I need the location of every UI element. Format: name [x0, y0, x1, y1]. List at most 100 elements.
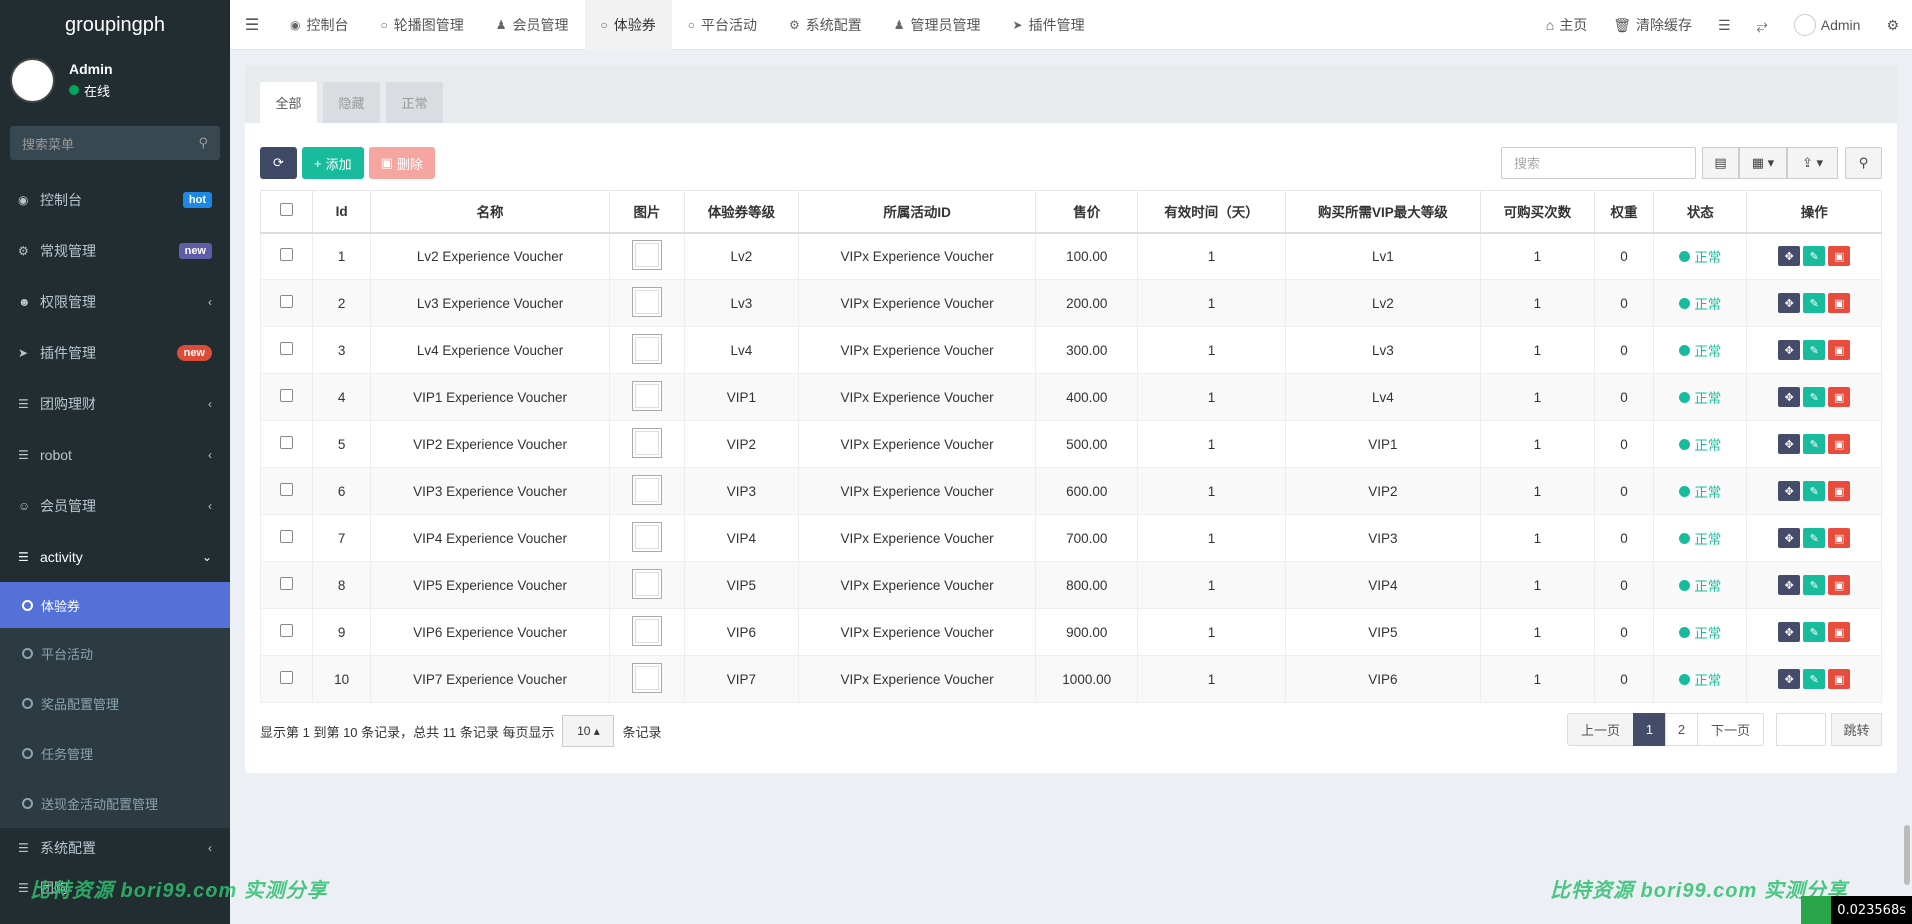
broken-image-icon[interactable] [631, 427, 662, 458]
edit-button[interactable]: ✎ [1803, 669, 1826, 689]
delete-row-button[interactable]: ▣ [1828, 528, 1851, 548]
next-page-button[interactable]: 下一页 [1697, 713, 1764, 746]
status-badge[interactable]: 正常 [1679, 575, 1721, 595]
col-status[interactable]: 状态 [1653, 190, 1748, 234]
sidebar-item-group-finance[interactable]: ☰ 团购理财 ‹ [0, 378, 230, 429]
status-badge[interactable]: 正常 [1679, 387, 1721, 407]
sidebar-search-input[interactable]: 搜索菜单 ⚲ [10, 126, 220, 160]
edit-button[interactable]: ✎ [1803, 622, 1826, 642]
status-badge[interactable]: 正常 [1679, 340, 1721, 360]
select-all-checkbox[interactable] [280, 203, 294, 217]
status-badge[interactable]: 正常 [1679, 434, 1721, 454]
drag-sort-button[interactable]: ✥ [1778, 528, 1801, 548]
drag-sort-button[interactable]: ✥ [1778, 387, 1801, 407]
col-valid-days[interactable]: 有效时间（天） [1137, 190, 1286, 234]
table-row[interactable]: 10 VIP7 Experience Voucher VIP7 VIPx Experi… [259, 655, 1882, 703]
broken-image-icon[interactable] [631, 662, 662, 693]
sidebar-subitem-cash-activity[interactable]: 送现金活动配置管理 [0, 778, 230, 828]
col-level[interactable]: 体验券等级 [684, 190, 799, 234]
page-size-select[interactable]: 10 ▴ [562, 715, 615, 747]
prev-page-button[interactable]: 上一页 [1567, 713, 1634, 746]
delete-row-button[interactable]: ▣ [1828, 246, 1851, 267]
tab-members[interactable]: ♟ 会员管理 [480, 0, 585, 50]
edit-button[interactable]: ✎ [1803, 434, 1826, 454]
status-badge[interactable]: 正常 [1679, 246, 1721, 266]
export-button[interactable]: ⇪ ▾ [1787, 147, 1838, 179]
sidebar-item-plugins[interactable]: ➤ 插件管理 new [0, 327, 230, 378]
sidebar-item-system-config[interactable]: ☰ 系统配置 ‹ [0, 828, 230, 868]
row-checkbox[interactable] [280, 342, 294, 355]
sidebar-item-general[interactable]: ⚙ 常规管理 new [0, 225, 230, 276]
fullscreen-button[interactable]: ⥂ [1744, 17, 1781, 34]
table-search-input[interactable] [1501, 147, 1696, 179]
row-checkbox[interactable] [280, 671, 294, 684]
status-badge[interactable]: 正常 [1679, 528, 1721, 548]
delete-row-button[interactable]: ▣ [1828, 293, 1851, 313]
edit-button[interactable]: ✎ [1803, 481, 1826, 501]
sidebar-item-members[interactable]: ☺ 会员管理 ‹ [0, 480, 230, 531]
col-price[interactable]: 售价 [1035, 190, 1139, 234]
edit-button[interactable]: ✎ [1803, 246, 1826, 267]
drag-sort-button[interactable]: ✥ [1778, 622, 1801, 642]
settings-button[interactable]: ⚙ [1873, 17, 1912, 34]
delete-row-button[interactable]: ▣ [1828, 387, 1851, 407]
clear-cache-button[interactable]: 🗑 清除缓存 [1600, 15, 1705, 35]
delete-row-button[interactable]: ▣ [1828, 622, 1851, 642]
table-row[interactable]: 5 VIP2 Experience Voucher VIP2 VIPx Experie… [259, 420, 1882, 468]
table-row[interactable]: 7 VIP4 Experience Voucher VIP4 VIPx Experie… [259, 514, 1882, 562]
drag-sort-button[interactable]: ✥ [1778, 293, 1801, 313]
row-checkbox[interactable] [280, 389, 294, 402]
table-row[interactable]: 3 Lv4 Experience Voucher Lv4 VIPx Experienc… [259, 326, 1882, 374]
tab-dashboard[interactable]: ◉ 控制台 [274, 0, 364, 50]
sidebar-item-permissions[interactable]: ☻ 权限管理 ‹ [0, 276, 230, 327]
tab-voucher[interactable]: ○ 体验券 [584, 0, 672, 50]
col-activity-id[interactable]: 所属活动ID [797, 190, 1037, 234]
broken-image-icon[interactable] [631, 615, 662, 646]
status-badge[interactable]: 正常 [1679, 293, 1721, 313]
sidebar-subitem-platform-activity[interactable]: 平台活动 [0, 628, 230, 678]
table-row[interactable]: 1 Lv2 Experience Voucher Lv2 VIPx Experienc… [259, 232, 1882, 280]
col-purchase-times[interactable]: 可购买次数 [1479, 190, 1595, 234]
add-button[interactable]: + 添加 [302, 147, 364, 179]
broken-image-icon[interactable] [631, 521, 662, 552]
drag-sort-button[interactable]: ✥ [1778, 481, 1801, 501]
drag-sort-button[interactable]: ✥ [1778, 575, 1801, 595]
tab-carousel[interactable]: ○ 轮播图管理 [364, 0, 479, 50]
col-vip-level[interactable]: 购买所需VIP最大等级 [1284, 190, 1481, 234]
sidebar-item-activity[interactable]: ☰ activity ⌄ [0, 531, 230, 582]
row-checkbox[interactable] [280, 577, 294, 590]
col-id[interactable]: Id [312, 190, 372, 234]
filter-tab-normal[interactable]: 正常 [386, 82, 443, 123]
refresh-button[interactable]: ⟳ [260, 147, 297, 179]
sidebar-item-dashboard[interactable]: ◉ 控制台 hot [0, 174, 230, 225]
delete-row-button[interactable]: ▣ [1828, 434, 1851, 454]
edit-button[interactable]: ✎ [1803, 528, 1826, 548]
toggle-view-button[interactable]: ▤ [1702, 147, 1739, 179]
tab-plugins[interactable]: ➤ 插件管理 [997, 0, 1101, 50]
broken-image-icon[interactable] [631, 333, 662, 364]
status-badge[interactable]: 正常 [1679, 669, 1721, 689]
delete-row-button[interactable]: ▣ [1828, 575, 1851, 595]
table-row[interactable]: 9 VIP6 Experience Voucher VIP6 VIPx Experie… [259, 608, 1882, 656]
sidebar-item-robot[interactable]: ☰ robot ‹ [0, 429, 230, 480]
col-weight[interactable]: 权重 [1593, 190, 1655, 234]
status-badge[interactable]: 正常 [1679, 481, 1721, 501]
drag-sort-button[interactable]: ✥ [1778, 669, 1801, 689]
jump-page-input[interactable] [1776, 713, 1826, 746]
columns-button[interactable]: ▦ ▾ [1739, 147, 1787, 179]
drag-sort-button[interactable]: ✥ [1778, 434, 1801, 454]
tab-admin-management[interactable]: ♟ 管理员管理 [878, 0, 997, 50]
broken-image-icon[interactable] [631, 474, 662, 505]
row-checkbox[interactable] [280, 295, 294, 308]
row-checkbox[interactable] [280, 530, 294, 543]
broken-image-icon[interactable] [631, 286, 662, 317]
sidebar-subitem-tasks[interactable]: 任务管理 [0, 728, 230, 778]
sidebar-subitem-prize-config[interactable]: 奖品配置管理 [0, 678, 230, 728]
table-row[interactable]: 6 VIP3 Experience Voucher VIP3 VIPx Experie… [259, 467, 1882, 515]
app-logo[interactable]: groupingph [0, 0, 230, 50]
row-checkbox[interactable] [280, 624, 294, 637]
broken-image-icon[interactable] [631, 380, 662, 411]
edit-button[interactable]: ✎ [1803, 340, 1826, 360]
page-scrollbar[interactable] [1904, 825, 1910, 885]
edit-button[interactable]: ✎ [1803, 387, 1826, 407]
